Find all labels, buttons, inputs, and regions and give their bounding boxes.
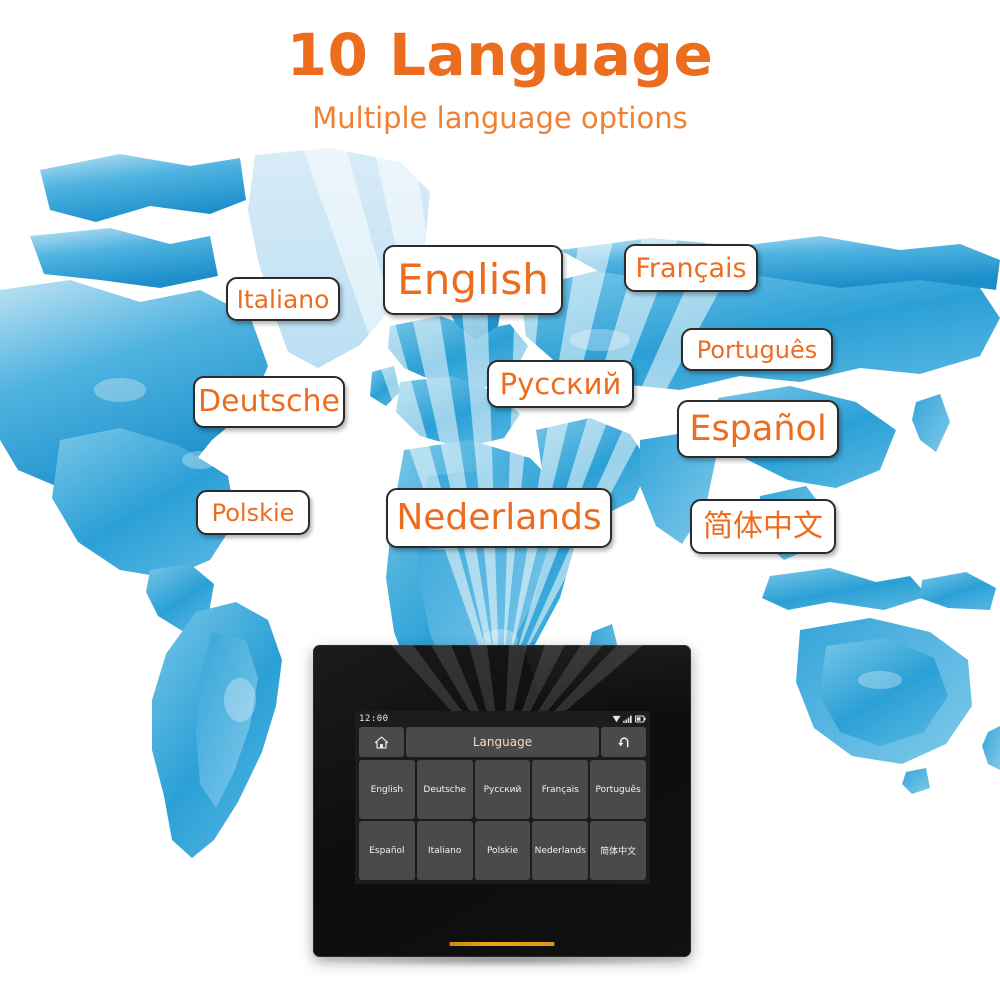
car-head-unit-device: 12:00 Language English Deutsche Русский … [313,645,691,957]
language-grid: English Deutsche Русский Français Portug… [359,760,646,880]
language-grid-cell-label: Español [369,845,405,856]
language-grid-cell-label: Português [595,784,641,795]
language-grid-cell-label: Deutsche [423,784,466,795]
language-grid-cell[interactable]: Français [532,760,589,819]
language-grid-cell-label: Français [541,784,579,795]
language-grid-cell[interactable]: Português [590,760,646,819]
language-pill-label: Italiano [236,284,330,314]
language-pill-label: Español [689,408,827,449]
language-grid-cell[interactable]: Italiano [416,821,473,880]
language-grid-cell[interactable]: Deutsche [416,760,473,819]
page-subtitle: Multiple language options [312,101,688,135]
language-pill[interactable]: Nederlands [386,488,612,548]
back-button[interactable] [601,727,646,757]
page-title: 10 Language [286,21,714,89]
screen-title: Language [406,727,599,757]
status-icons [612,715,646,723]
language-pill-label: English [397,255,549,304]
language-grid-cell[interactable]: Polskie [474,821,531,880]
language-grid-cell-label: Polskie [486,845,519,856]
signal-bars-icon [623,715,632,723]
home-icon [374,735,389,749]
language-grid-cell-label: Italiano [427,845,462,856]
back-arrow-icon [617,737,628,748]
language-pill-label: 简体中文 [703,508,823,544]
language-pill-label: Deutsche [198,384,340,419]
home-button[interactable] [359,727,404,757]
language-pill-label: Português [696,335,818,364]
status-bar: 12:00 [355,711,650,726]
language-pill[interactable]: 简体中文 [690,499,836,554]
battery-icon [635,715,646,722]
language-grid-cell-label: Русский [483,784,522,795]
language-pill[interactable]: Русский [487,360,634,408]
language-grid-cell-label: Nederlands [534,845,586,856]
language-pill-label: Français [635,252,747,284]
language-grid-cell[interactable]: Русский [474,760,531,819]
language-grid-cell[interactable]: 简体中文 [590,821,646,880]
language-grid-cell[interactable]: Español [359,821,415,880]
language-pill[interactable]: Polskie [196,490,310,535]
poster-stage: 10 Language Multiple language options It… [0,0,1000,1000]
language-pill-label: Polskie [211,498,295,527]
device-accent-bar [449,942,555,946]
language-pill[interactable]: Deutsche [193,376,345,428]
language-grid-cell[interactable]: English [359,760,415,819]
language-grid-cell-label: 简体中文 [600,847,637,857]
language-pill[interactable]: Español [677,400,839,458]
language-grid-cell-label: English [370,784,404,795]
device-screen: 12:00 Language English Deutsche Русский … [355,711,650,884]
language-pill[interactable]: Português [681,328,833,371]
poster-header: 10 Language Multiple language options [0,0,1000,133]
language-pill-label: Nederlands [396,497,602,538]
language-pill-label: Русский [499,366,622,401]
wifi-icon [612,715,621,722]
screen-top-bar: Language [359,727,646,757]
language-grid-cell[interactable]: Nederlands [532,821,589,880]
language-pill[interactable]: Italiano [226,277,340,321]
status-clock: 12:00 [359,713,389,724]
language-pill[interactable]: Français [624,244,758,292]
language-pill[interactable]: English [383,245,563,315]
